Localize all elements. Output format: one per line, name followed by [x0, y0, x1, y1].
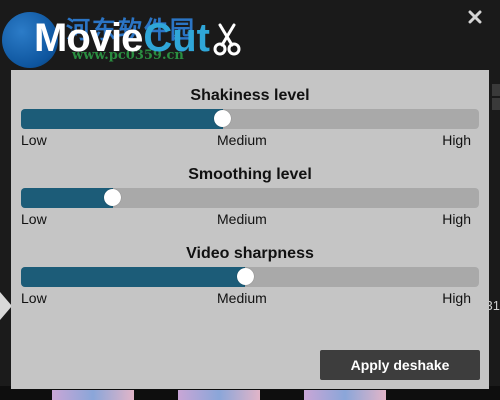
shakiness-low-label: Low	[21, 132, 47, 148]
smoothing-level-title: Smoothing level	[188, 166, 312, 183]
shakiness-high-label: High	[442, 132, 471, 148]
app-window: 31 河东软件园 www.pc0359.cn Movie Cut Shakine…	[0, 0, 500, 400]
shakiness-slider-fill	[21, 109, 223, 129]
apply-deshake-button[interactable]: Apply deshake	[320, 350, 480, 380]
smoothing-slider-fill	[21, 188, 113, 208]
smoothing-high-label: High	[442, 211, 471, 227]
background-control	[492, 84, 500, 96]
smoothing-slider-track[interactable]	[21, 188, 479, 208]
smoothing-low-label: Low	[21, 211, 47, 227]
shakiness-slider-handle[interactable]	[214, 110, 232, 127]
deshake-settings-panel: Shakiness level Low Medium High Smoothin…	[11, 70, 489, 389]
shakiness-medium-label: Medium	[217, 132, 267, 148]
close-button[interactable]	[466, 10, 484, 28]
background-control	[492, 98, 500, 110]
shakiness-level-title: Shakiness level	[190, 87, 310, 104]
dialog-header: 河东软件园 www.pc0359.cn Movie Cut	[0, 0, 500, 70]
sharpness-slider-handle[interactable]	[236, 268, 254, 285]
smoothing-slider-handle[interactable]	[104, 189, 122, 206]
sharpness-low-label: Low	[21, 290, 47, 306]
logo-movie-text: Movie	[34, 16, 143, 60]
sharpness-medium-label: Medium	[217, 290, 267, 306]
app-logo: Movie Cut	[34, 18, 242, 58]
scissors-icon	[212, 23, 242, 62]
smoothing-medium-label: Medium	[217, 211, 267, 227]
timeline-thumbnail[interactable]	[52, 390, 134, 400]
background-side-panel	[488, 70, 500, 400]
shakiness-slider-track[interactable]	[21, 109, 479, 129]
sharpness-slider-fill	[21, 267, 246, 287]
timeline-thumbnail[interactable]	[178, 390, 260, 400]
video-sharpness-title: Video sharpness	[186, 245, 314, 262]
close-icon	[468, 10, 482, 29]
sharpness-high-label: High	[442, 290, 471, 306]
timeline-thumbnail[interactable]	[304, 390, 386, 400]
logo-cut-text: Cut	[143, 16, 210, 60]
